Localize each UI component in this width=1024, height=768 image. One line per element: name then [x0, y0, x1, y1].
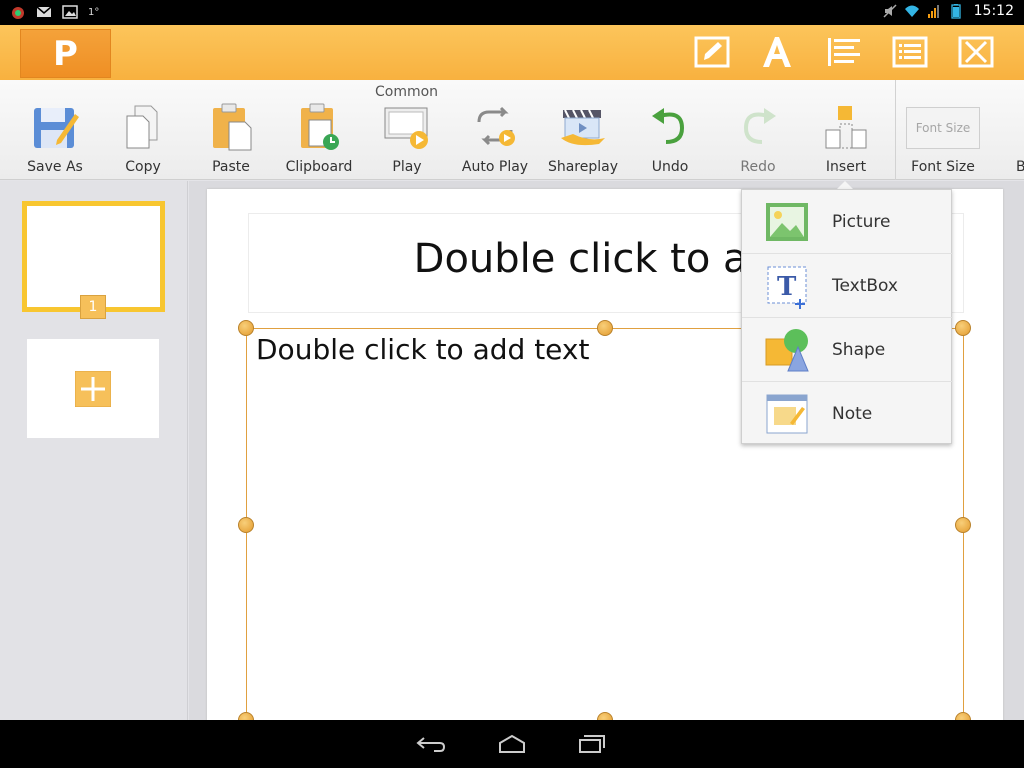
wifi-icon: [904, 5, 919, 17]
shareplay-icon: [561, 109, 605, 146]
signal-icon: [927, 5, 939, 18]
textbox-icon: T: [767, 266, 807, 309]
auto-play-button[interactable]: Auto Play: [452, 100, 538, 176]
back-icon[interactable]: [412, 732, 452, 756]
align-button[interactable]: [825, 35, 863, 69]
clipboard-button[interactable]: Clipboard: [276, 100, 362, 176]
redo-label: Redo: [740, 159, 776, 175]
mute-icon: [883, 4, 897, 18]
insert-textbox-label: TextBox: [832, 276, 898, 296]
status-bar: 1° 15:12: [0, 0, 1024, 25]
shareplay-label: Shareplay: [547, 159, 619, 175]
redo-icon: [743, 108, 776, 144]
paste-button[interactable]: Paste: [188, 100, 274, 176]
svg-text:T: T: [777, 272, 797, 302]
paste-icon: [213, 103, 252, 151]
app-notification-icon: [12, 7, 24, 19]
font-size-button[interactable]: Font Size: [900, 100, 986, 176]
text-format-icon: [763, 37, 791, 67]
edit-icon: [694, 36, 730, 68]
logo-letter: P: [53, 33, 78, 74]
redo-button[interactable]: Redo: [715, 100, 801, 176]
add-slide-button[interactable]: [27, 339, 159, 438]
app-root: 1° 15:12 P Common Save As Copy Paste Cli…: [0, 0, 1024, 768]
auto-play-label: Auto Play: [461, 159, 529, 175]
home-icon[interactable]: [492, 732, 532, 756]
text-format-button[interactable]: [758, 35, 796, 69]
app-logo-button[interactable]: P: [20, 29, 111, 78]
slide-number-badge: 1: [80, 295, 106, 319]
undo-button[interactable]: Undo: [627, 100, 713, 176]
clipboard-label: Clipboard: [285, 159, 353, 175]
edit-button[interactable]: [693, 35, 731, 69]
insert-picture-item[interactable]: Picture: [742, 190, 953, 254]
save-as-label: Save As: [27, 159, 83, 175]
copy-button[interactable]: Copy: [100, 100, 186, 176]
undo-icon: [652, 108, 685, 144]
ribbon-next-item-partial[interactable]: B: [1016, 159, 1024, 175]
note-icon: [766, 394, 808, 434]
font-size-label: Font Size: [911, 159, 975, 175]
copy-icon: [126, 105, 158, 149]
body-placeholder-text: Double click to add text: [256, 333, 590, 366]
app-header: P: [0, 25, 1024, 80]
play-icon: [384, 107, 428, 149]
list-button[interactable]: [891, 35, 929, 69]
save-as-button[interactable]: Save As: [12, 100, 98, 176]
insert-note-item[interactable]: Note: [742, 382, 953, 446]
ribbon-divider: [895, 80, 896, 180]
insert-shape-label: Shape: [832, 340, 886, 360]
gmail-icon: [36, 6, 52, 17]
slide-thumbnail-panel: 1: [0, 181, 188, 720]
ribbon-toolbar: Common Save As Copy Paste Clipboard Play…: [0, 80, 1024, 180]
clock: 15:12: [973, 3, 1014, 19]
insert-textbox-item[interactable]: T TextBox: [742, 254, 953, 318]
picture-icon: [766, 203, 808, 241]
copy-label: Copy: [125, 159, 161, 175]
small-indicator: 1°: [88, 6, 100, 18]
plus-icon: [75, 370, 111, 407]
auto-play-icon: [477, 106, 515, 146]
insert-button[interactable]: Insert: [803, 100, 889, 176]
insert-shape-item[interactable]: Shape: [742, 318, 953, 382]
undo-label: Undo: [651, 159, 689, 175]
play-label: Play: [392, 159, 422, 175]
resize-handle-top-right[interactable]: [955, 320, 971, 336]
resize-handle-top[interactable]: [597, 320, 613, 336]
align-icon: [828, 38, 860, 66]
insert-picture-label: Picture: [832, 212, 891, 232]
clipboard-icon: [301, 103, 339, 150]
close-icon: [958, 36, 994, 68]
resize-handle-left[interactable]: [238, 517, 254, 533]
resize-handle-right[interactable]: [955, 517, 971, 533]
insert-label: Insert: [825, 159, 867, 175]
shareplay-button[interactable]: Shareplay: [540, 100, 626, 176]
play-button[interactable]: Play: [364, 100, 450, 176]
ribbon-group-label: Common: [375, 84, 439, 100]
navigation-bar: [0, 720, 1024, 768]
paste-label: Paste: [212, 159, 250, 175]
battery-icon: [950, 4, 961, 19]
insert-menu: Picture T TextBox Shape Note: [741, 189, 953, 446]
save-as-icon: [34, 108, 79, 148]
resize-handle-top-left[interactable]: [238, 320, 254, 336]
shape-icon: [765, 329, 809, 372]
insert-icon: [825, 106, 867, 149]
recent-apps-icon[interactable]: [572, 732, 612, 756]
image-notification-icon: [62, 5, 78, 19]
insert-note-label: Note: [832, 404, 873, 424]
close-button[interactable]: [957, 35, 995, 69]
list-icon: [892, 36, 928, 68]
